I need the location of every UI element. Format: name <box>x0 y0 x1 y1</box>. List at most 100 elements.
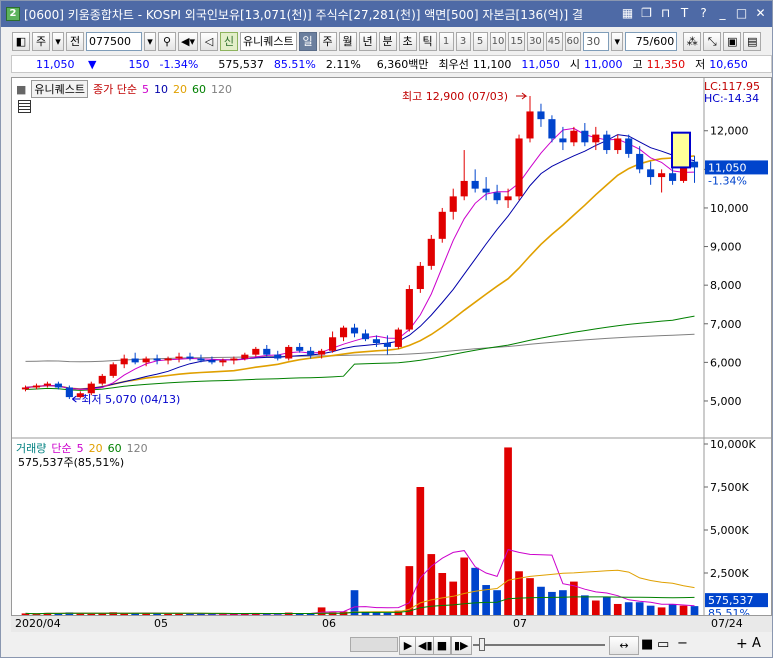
font-size-icon[interactable]: A <box>752 636 761 651</box>
price-tick-label: 12,000 <box>710 125 749 138</box>
ma5-line <box>25 127 695 390</box>
zoom-left-icon[interactable]: ↔ <box>609 636 639 655</box>
price-legend-name[interactable]: 유니퀘스트 <box>31 80 89 98</box>
trade-amount: 6,360백만 <box>376 58 429 71</box>
tab-month[interactable]: 월 <box>338 31 357 51</box>
interval-input[interactable]: 30 <box>583 31 610 51</box>
candle-body <box>383 343 391 347</box>
prev-button[interactable]: 전 <box>66 31 84 51</box>
interval-60[interactable]: 60 <box>564 31 582 51</box>
chart-panel[interactable]: 12,00011,00010,0009,0008,0007,0006,0005,… <box>11 77 772 632</box>
save-icon[interactable]: ▣ <box>723 31 742 51</box>
candle <box>339 325 348 342</box>
candle-body <box>603 134 611 151</box>
candle-body <box>219 360 227 363</box>
code-dropdown-icon[interactable]: ▾ <box>144 31 156 51</box>
interval-15[interactable]: 15 <box>508 31 526 51</box>
close-icon[interactable]: ✕ <box>753 6 768 21</box>
zoom-slider-thumb[interactable] <box>479 638 485 651</box>
tab-minute[interactable]: 분 <box>378 31 397 51</box>
candle <box>493 184 501 205</box>
candle-body <box>416 265 424 290</box>
tab-week[interactable]: 주 <box>318 31 337 51</box>
layout-icon[interactable]: ◧ <box>12 31 30 51</box>
help-icon[interactable]: ? <box>696 6 711 21</box>
down-arrow-icon: ▼ <box>88 57 97 71</box>
candle <box>427 234 435 270</box>
tab-day[interactable]: 일 <box>298 31 317 51</box>
candle-settings-icon[interactable]: ⁂ <box>683 31 702 51</box>
candle <box>274 350 282 361</box>
step-forward-icon[interactable]: ▮▶ <box>451 636 472 655</box>
stop-icon[interactable]: ■ <box>433 636 451 655</box>
minimize-icon[interactable]: _ <box>715 6 730 21</box>
legend-marker-icon: ■ <box>16 82 27 96</box>
zoom-out-icon[interactable]: ■ <box>641 637 653 652</box>
restore-window-icon[interactable]: ❐ <box>639 6 654 21</box>
zoom-plus-icon[interactable]: + <box>736 636 748 652</box>
candle-body <box>427 238 435 266</box>
price-tick-label: 5,000 <box>710 395 742 408</box>
ma20-label: 20 <box>173 82 187 96</box>
candle <box>65 385 73 400</box>
interval-45[interactable]: 45 <box>545 31 563 51</box>
price-volume-chart[interactable]: 12,00011,00010,0009,0008,0007,0006,0005,… <box>12 78 771 631</box>
stock-name: 유니퀘스트 <box>239 31 297 51</box>
table-view-icon[interactable] <box>18 100 31 113</box>
search-icon[interactable]: ⚲ <box>158 31 176 51</box>
count-input[interactable]: 75/600 <box>625 31 678 51</box>
fit-icon[interactable]: ▭ <box>657 637 669 652</box>
chevron-down-icon[interactable]: ▾ <box>52 31 64 51</box>
candle-body <box>285 346 293 359</box>
candle-body <box>625 138 633 154</box>
prev-stock-icon[interactable]: ◁ <box>199 31 218 51</box>
tab-year[interactable]: 년 <box>358 31 377 51</box>
interval-1[interactable]: 1 <box>438 31 454 51</box>
volume-bar <box>493 590 501 616</box>
volume-bar <box>416 487 425 616</box>
candle-body <box>65 387 73 398</box>
tab-tick[interactable]: 틱 <box>418 31 437 51</box>
projection-box <box>671 131 691 169</box>
stock-code-input[interactable]: 077500 <box>86 31 142 51</box>
ma10-line <box>25 134 695 390</box>
volume-bar <box>581 595 589 616</box>
candle <box>21 385 30 392</box>
volume-bar <box>624 602 633 616</box>
interval-3[interactable]: 3 <box>455 31 471 51</box>
price-legend: ■ 유니퀘스트 종가 단순 5 10 20 60 120 <box>16 80 232 98</box>
settings-icon[interactable]: ▤ <box>743 31 762 51</box>
candle-body <box>482 188 490 193</box>
period-select[interactable]: 주 <box>32 31 50 51</box>
candle <box>625 134 633 158</box>
high-marker-label: 최고 12,900 (07/03) <box>402 90 508 103</box>
candle-body <box>120 358 128 365</box>
candle <box>515 134 523 201</box>
candle-body <box>460 180 468 197</box>
candle <box>285 345 293 361</box>
grid-icon[interactable]: ▦ <box>620 6 635 21</box>
speaker-icon[interactable]: ◀▾ <box>178 31 198 51</box>
interval-5[interactable]: 5 <box>472 31 488 51</box>
zoom-slider[interactable] <box>473 644 605 646</box>
turnover-rate: 2.11% <box>325 57 361 71</box>
candle <box>98 373 106 386</box>
candle <box>614 134 622 154</box>
horizontal-scrollbar[interactable] <box>350 637 398 652</box>
text-tool-icon[interactable]: T <box>677 6 692 21</box>
interval-10[interactable]: 10 <box>489 31 507 51</box>
best-ask: 11,050 <box>521 57 560 71</box>
zoom-in-minus-icon[interactable]: − <box>677 636 688 651</box>
maximize-icon[interactable]: □ <box>734 6 749 21</box>
candle-body <box>164 358 172 361</box>
candle <box>153 354 161 365</box>
candle-body <box>658 173 666 178</box>
candle <box>438 207 446 243</box>
tab-second[interactable]: 초 <box>398 31 417 51</box>
volume-bar <box>460 557 469 616</box>
interval-30[interactable]: 30 <box>527 31 544 51</box>
pin-icon[interactable]: ⊓ <box>658 6 673 21</box>
volume-bar <box>635 602 644 616</box>
draw-tool-icon[interactable]: ⤡ <box>703 31 722 51</box>
interval-dropdown-icon[interactable]: ▾ <box>611 31 624 51</box>
